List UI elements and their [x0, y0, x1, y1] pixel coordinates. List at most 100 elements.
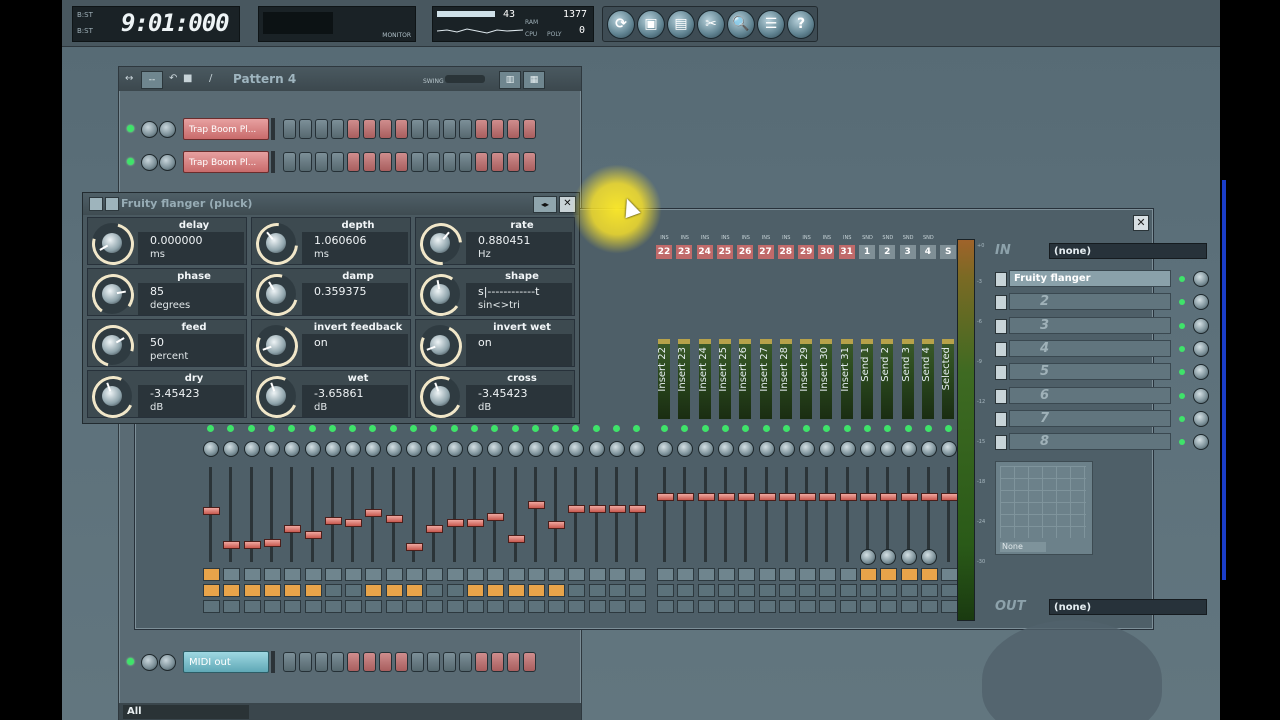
- preset-nav-arrows[interactable]: ◂▸: [533, 196, 557, 213]
- strip-enable-led[interactable]: [531, 425, 539, 432]
- strip-pan-knob[interactable]: [345, 441, 362, 457]
- strip-enable-led[interactable]: [349, 425, 357, 432]
- strip-fader[interactable]: [243, 541, 261, 549]
- route-button[interactable]: [677, 584, 695, 597]
- strip-pan-knob[interactable]: [507, 441, 524, 457]
- route-button[interactable]: [697, 584, 715, 597]
- route-button[interactable]: [860, 584, 877, 597]
- strip-pan-knob[interactable]: [203, 441, 219, 457]
- route-button[interactable]: [284, 584, 302, 597]
- strip-bottom-button[interactable]: [717, 600, 735, 613]
- strip-number[interactable]: 29: [798, 245, 815, 259]
- slot-label[interactable]: Fruity flanger: [1009, 270, 1171, 287]
- route-button[interactable]: [365, 584, 383, 597]
- keyboard-view-button[interactable]: ▦: [523, 71, 545, 89]
- song-position-display[interactable]: B:ST B:ST 9:01:000: [72, 6, 240, 42]
- strip-enable-led[interactable]: [247, 425, 255, 432]
- send-knob[interactable]: [860, 549, 876, 565]
- strip-bottom-button[interactable]: [657, 600, 674, 613]
- channel-volume-knob[interactable]: [159, 154, 176, 171]
- strip-fader[interactable]: [758, 493, 776, 501]
- param-knob[interactable]: [84, 215, 142, 273]
- channel-pan-knob[interactable]: [141, 154, 158, 171]
- slot-enable-led[interactable]: [1179, 439, 1185, 446]
- strip-number[interactable]: S: [940, 245, 957, 259]
- route-button[interactable]: [487, 584, 505, 597]
- route-button[interactable]: [839, 584, 857, 597]
- strip-enable-led[interactable]: [308, 425, 316, 432]
- slot-menu-icon[interactable]: [995, 318, 1007, 334]
- strip-pan-knob[interactable]: [304, 441, 321, 457]
- strip-bottom-button[interactable]: [819, 600, 837, 613]
- route-button[interactable]: [324, 584, 342, 597]
- strip-link-button[interactable]: [304, 568, 322, 581]
- strip-pan-knob[interactable]: [324, 441, 341, 457]
- param-knob[interactable]: [86, 370, 140, 424]
- strip-pan-knob[interactable]: [527, 441, 544, 457]
- route-button[interactable]: [738, 584, 756, 597]
- strip-bottom-button[interactable]: [609, 600, 626, 613]
- slot-mix-knob[interactable]: [1193, 434, 1209, 451]
- route-button[interactable]: [588, 584, 606, 597]
- strip-fader[interactable]: [819, 493, 837, 501]
- mixer-strip[interactable]: INS 30 Insert 30: [817, 235, 837, 621]
- route-button[interactable]: [629, 584, 647, 597]
- route-button[interactable]: [426, 584, 444, 597]
- stop-icon[interactable]: ■: [183, 73, 192, 84]
- strip-pan-knob[interactable]: [243, 441, 260, 457]
- strip-number[interactable]: 25: [716, 245, 733, 259]
- slot-mix-knob[interactable]: [1193, 410, 1209, 427]
- strip-link-button[interactable]: [446, 568, 464, 581]
- strip-enable-led[interactable]: [207, 425, 214, 432]
- slot-label[interactable]: 3: [1009, 316, 1171, 334]
- strip-pan-knob[interactable]: [609, 441, 625, 457]
- strip-pan-knob[interactable]: [778, 441, 795, 457]
- effect-slot[interactable]: 6: [993, 386, 1209, 406]
- route-button[interactable]: [446, 584, 464, 597]
- param-knob[interactable]: [414, 370, 468, 424]
- strip-link-button[interactable]: [507, 568, 525, 581]
- strip-enable-led[interactable]: [491, 425, 499, 432]
- strip-bottom-button[interactable]: [223, 600, 241, 613]
- strip-link-button[interactable]: [880, 568, 898, 581]
- slot-enable-led[interactable]: [1179, 415, 1185, 422]
- strip-enable-led[interactable]: [572, 425, 580, 432]
- strip-link-button[interactable]: [609, 568, 626, 581]
- strip-bottom-button[interactable]: [697, 600, 715, 613]
- route-button[interactable]: [548, 584, 566, 597]
- output-select[interactable]: (none): [1049, 599, 1207, 615]
- slot-label[interactable]: 5: [1009, 363, 1171, 381]
- mixer-strip[interactable]: SND 4 Send 4: [919, 235, 938, 621]
- strip-bottom-button[interactable]: [263, 600, 281, 613]
- strip-enable-led[interactable]: [701, 425, 709, 432]
- effect-slot[interactable]: 8: [993, 432, 1209, 452]
- strip-link-button[interactable]: [345, 568, 363, 581]
- render-icon[interactable]: ▤: [667, 10, 695, 39]
- strip-enable-led[interactable]: [613, 425, 620, 432]
- plugin-search-icon[interactable]: 🔍: [727, 10, 755, 39]
- mixer-close-button[interactable]: ✕: [1133, 215, 1149, 231]
- strip-bottom-button[interactable]: [446, 600, 464, 613]
- strip-pan-knob[interactable]: [629, 441, 646, 457]
- collapse-icon[interactable]: [89, 197, 103, 211]
- strip-number[interactable]: 2: [879, 245, 896, 259]
- channel-button[interactable]: Trap Boom Pl...: [183, 118, 269, 140]
- send-knob[interactable]: [900, 549, 917, 565]
- strip-bottom-button[interactable]: [466, 600, 484, 613]
- mixer-strip[interactable]: INS 26 Insert 26: [736, 235, 756, 621]
- slot-enable-led[interactable]: [1179, 299, 1185, 306]
- strip-link-button[interactable]: [588, 568, 606, 581]
- strip-link-button[interactable]: [677, 568, 695, 581]
- channel-select-bar[interactable]: [271, 651, 275, 673]
- strip-enable-led[interactable]: [552, 425, 560, 432]
- strip-fader[interactable]: [629, 505, 647, 513]
- strip-enable-led[interactable]: [843, 425, 851, 432]
- strip-enable-led[interactable]: [430, 425, 438, 432]
- route-button[interactable]: [385, 584, 403, 597]
- strip-bottom-button[interactable]: [568, 600, 586, 613]
- swing-slider[interactable]: [445, 75, 485, 83]
- strip-link-button[interactable]: [203, 568, 220, 581]
- route-button[interactable]: [920, 584, 938, 597]
- mixer-strip[interactable]: INS 29 Insert 29: [797, 235, 817, 621]
- input-select[interactable]: (none): [1049, 243, 1207, 259]
